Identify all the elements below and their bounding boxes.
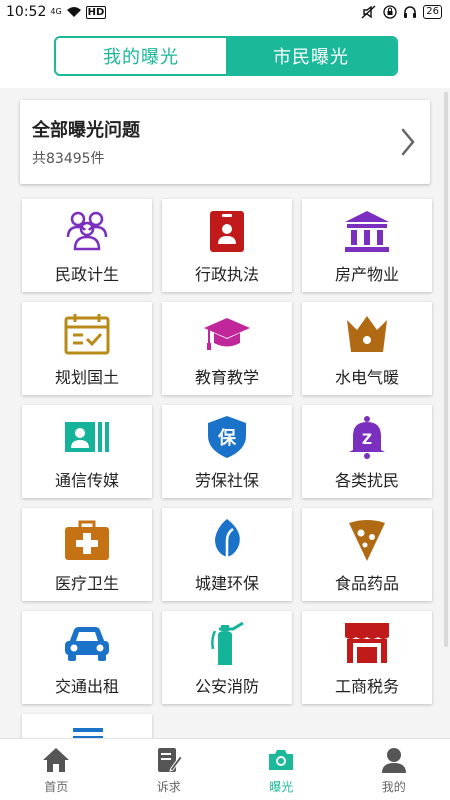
leaf-icon: [203, 516, 251, 564]
category-card[interactable]: 城建环保: [162, 508, 292, 601]
crown-icon: [343, 310, 391, 358]
category-card[interactable]: 通信传媒: [22, 405, 152, 498]
contact-card-icon: [63, 413, 111, 461]
headphones-icon: [404, 6, 417, 18]
category-card[interactable]: Z 各类扰民: [302, 405, 432, 498]
all-issues-title: 全部曝光问题: [32, 120, 140, 141]
user-icon: [381, 748, 406, 773]
document-icon: [63, 724, 111, 738]
category-card[interactable]: 教育教学: [162, 302, 292, 395]
svg-text:Z: Z: [362, 432, 372, 448]
nav-mine-label: 我的: [381, 780, 406, 794]
category-card[interactable]: 食品药品: [302, 508, 432, 601]
network-label: 4G: [50, 7, 62, 16]
mute-icon: [361, 5, 376, 19]
network-type: 4G: [50, 8, 61, 16]
bell-icon: Z: [343, 413, 391, 461]
clock: 10:52: [6, 4, 47, 20]
category-card[interactable]: 公安消防: [162, 611, 292, 704]
category-label: 教育教学: [194, 368, 259, 387]
category-card[interactable]: [22, 714, 152, 738]
graduation-cap-icon: [203, 310, 251, 358]
nav-home-label: 首页: [44, 780, 69, 794]
category-label: 医疗卫生: [54, 574, 119, 593]
content-scroll-area[interactable]: 全部曝光问题 共83495件 民政计生 行政执法 房产物业 规划国土 教育教学 …: [0, 88, 450, 738]
category-label: 规划国土: [54, 368, 119, 387]
edit-note-icon: [157, 748, 183, 772]
scrollbar[interactable]: [444, 92, 448, 647]
tab-my-exposure[interactable]: 我的曝光: [56, 38, 226, 74]
category-card[interactable]: 规划国土: [22, 302, 152, 395]
all-issues-card[interactable]: 全部曝光问题 共83495件: [20, 100, 430, 184]
category-label: 工商税务: [334, 677, 399, 696]
category-card[interactable]: 水电气暖: [302, 302, 432, 395]
status-left: 10:52 4G HD: [6, 4, 107, 20]
tab-citizen-exposure[interactable]: 市民曝光: [226, 38, 396, 74]
calendar-check-icon: [63, 310, 111, 358]
nav-exposure[interactable]: 曝光: [225, 739, 338, 800]
medical-kit-icon: [63, 516, 111, 564]
building-columns-icon: [343, 207, 391, 255]
category-label: 通信传媒: [54, 471, 119, 490]
shield-bao-icon: 保: [203, 413, 251, 461]
chevron-right-icon: [401, 128, 415, 156]
category-label: 民政计生: [54, 265, 119, 284]
category-label: 各类扰民: [334, 471, 399, 490]
category-card[interactable]: 保 劳保社保: [162, 405, 292, 498]
all-issues-count: 共83495件: [32, 151, 105, 167]
bottom-navigation: 首页 诉求 曝光 我的: [0, 738, 450, 800]
category-card[interactable]: 医疗卫生: [22, 508, 152, 601]
category-label: 行政执法: [194, 265, 259, 284]
category-card[interactable]: 民政计生: [22, 199, 152, 292]
car-icon: [63, 619, 111, 667]
category-label: 公安消防: [194, 677, 259, 696]
status-right: 26: [361, 5, 442, 19]
nav-home[interactable]: 首页: [0, 739, 113, 800]
category-label: 城建环保: [194, 574, 259, 593]
category-label: 食品药品: [334, 574, 399, 593]
pizza-slice-icon: [343, 516, 391, 564]
fire-extinguisher-icon: [203, 619, 251, 667]
svg-text:保: 保: [217, 427, 237, 449]
people-group-icon: [63, 207, 111, 255]
wifi-icon: [66, 7, 81, 17]
exposure-tabs: 我的曝光 市民曝光: [54, 36, 398, 76]
hd-badge: HD: [85, 5, 107, 19]
nav-appeal-label: 诉求: [156, 780, 181, 794]
status-bar: 10:52 4G HD 26: [0, 0, 450, 24]
category-label: 交通出租: [54, 677, 119, 696]
category-label: 劳保社保: [194, 471, 259, 490]
storefront-icon: [343, 619, 391, 667]
id-badge-icon: [203, 207, 251, 255]
category-card[interactable]: 房产物业: [302, 199, 432, 292]
category-label: 房产物业: [334, 265, 399, 284]
camera-icon: [269, 750, 294, 770]
category-card[interactable]: 行政执法: [162, 199, 292, 292]
nav-exposure-label: 曝光: [269, 780, 294, 794]
category-label: 水电气暖: [334, 368, 399, 387]
nav-mine[interactable]: 我的: [338, 739, 450, 800]
lock-icon: [383, 5, 397, 19]
category-card[interactable]: 交通出租: [22, 611, 152, 704]
nav-appeal[interactable]: 诉求: [113, 739, 226, 800]
category-card[interactable]: 工商税务: [302, 611, 432, 704]
home-icon: [43, 748, 70, 772]
battery-indicator: 26: [423, 5, 442, 19]
